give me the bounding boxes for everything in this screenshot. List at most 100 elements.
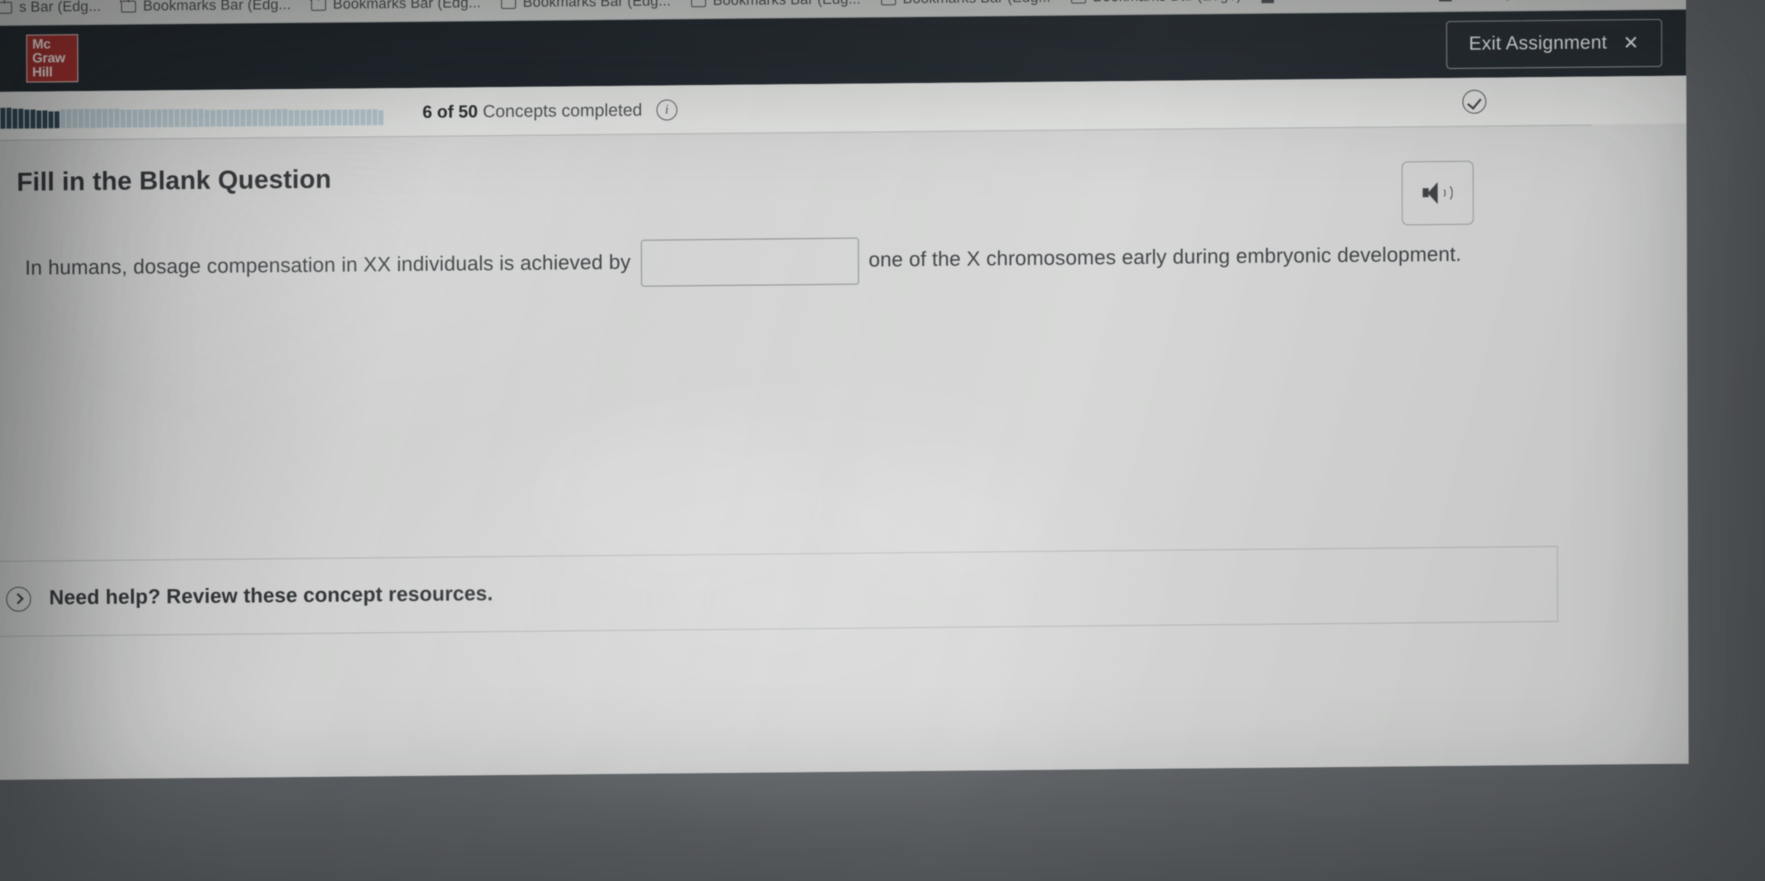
page-icon	[1439, 0, 1452, 2]
header-spacer	[78, 45, 1446, 58]
bookmark-item[interactable]: Bookmarks Bar (Edg...	[682, 0, 870, 12]
progress-tick	[300, 109, 306, 126]
bookmark-item[interactable]: Bookmarks Bar (Edg...	[302, 0, 490, 15]
bookmark-item-booking[interactable]: Booking.com	[1430, 0, 1553, 5]
progress-tick	[354, 109, 360, 126]
page-icon	[1261, 0, 1274, 3]
close-icon: ✕	[1623, 32, 1640, 54]
progress-tick	[18, 108, 24, 129]
exit-assignment-label: Exit Assignment	[1468, 32, 1608, 55]
folder-icon	[1070, 0, 1086, 4]
progress-tick	[114, 109, 120, 128]
progress-tick	[276, 109, 282, 127]
progress-label: 6 of 50 Concepts completed	[422, 99, 642, 122]
bookmark-label: s Bar (Edg...	[19, 0, 101, 16]
progress-tick	[294, 109, 300, 127]
bookmark-label: Bookmarks Bar (Edg...	[522, 0, 671, 11]
question-body: In humans, dosage compensation in XX ind…	[0, 231, 1592, 293]
progress-tick	[168, 109, 174, 128]
progress-tick	[342, 109, 348, 126]
progress-tick	[240, 109, 246, 127]
question-text-before: In humans, dosage compensation in XX ind…	[24, 250, 631, 280]
answer-blank-input[interactable]	[640, 237, 859, 287]
speaker-icon	[1422, 182, 1453, 205]
progress-tick	[0, 107, 6, 129]
bookmark-label: Bookmarks Bar (Edg...	[713, 0, 861, 9]
bookmark-label: Bookmarks Bar (Edg...	[903, 0, 1051, 7]
mcgraw-hill-logo[interactable]: Mc Graw Hill	[26, 34, 79, 83]
progress-tick	[252, 109, 258, 127]
progress-tick	[150, 109, 156, 128]
progress-tick	[174, 109, 180, 128]
content-area: Fill in the Blank Question In humans, do…	[0, 123, 1689, 781]
progress-tick	[162, 109, 168, 128]
progress-tick	[330, 109, 336, 126]
bookmark-label: Booking.com	[1459, 0, 1544, 1]
progress-tick	[258, 109, 264, 127]
progress-tick	[30, 109, 36, 129]
logo-line-2: Graw	[32, 50, 66, 66]
bookmark-label: Bookmarks Bar (Edg...	[332, 0, 481, 13]
progress-tick	[120, 109, 126, 128]
progress-tick	[246, 109, 252, 127]
progress-tick	[318, 109, 324, 126]
progress-tick	[42, 110, 48, 129]
progress-tick	[204, 109, 210, 127]
progress-tick	[126, 109, 132, 128]
question-type-title: Fill in the Blank Question	[16, 163, 332, 197]
progress-tick	[156, 109, 162, 128]
progress-tick	[78, 109, 84, 129]
folder-icon	[310, 0, 326, 11]
bookmark-item[interactable]: Bookmarks Bar (Edg...	[872, 0, 1060, 10]
bookmark-item[interactable]: s Bar (Edg...	[0, 0, 110, 18]
progress-count: 6 of 50	[422, 100, 478, 122]
bookmark-item[interactable]: Bookmarks Bar (Edg...	[112, 0, 300, 17]
progress-tick	[312, 109, 318, 126]
progress-tick	[24, 109, 30, 129]
progress-tick	[336, 109, 342, 126]
folder-icon	[500, 0, 516, 9]
need-help-label: Need help? Review these concept resource…	[49, 582, 494, 610]
progress-tick	[96, 109, 102, 128]
progress-tick	[282, 109, 288, 127]
question-text-after: one of the X chromosomes early during em…	[868, 243, 1462, 272]
progress-tick	[264, 109, 270, 127]
info-icon[interactable]: i	[656, 98, 678, 121]
question-card: Fill in the Blank Question In humans, do…	[0, 124, 1592, 638]
strip-spacer	[677, 102, 1462, 110]
progress-tick	[210, 109, 216, 127]
progress-tick	[348, 109, 354, 126]
progress-tick	[72, 109, 78, 129]
progress-tick	[228, 109, 234, 127]
folder-icon	[0, 1, 13, 14]
bookmark-item[interactable]: Bookmarks Bar (Edge)	[1062, 0, 1251, 8]
bookmark-label: Amazon.com - Onli...	[1281, 0, 1418, 3]
need-help-row[interactable]: Need help? Review these concept resource…	[0, 545, 1559, 638]
progress-tick	[216, 109, 222, 127]
bookmark-label: Bookmarks Bar (Edge)	[1093, 0, 1242, 5]
progress-tick	[288, 109, 294, 127]
progress-tick	[84, 109, 90, 129]
progress-tick	[192, 109, 198, 128]
progress-tick	[36, 110, 42, 129]
progress-bar	[0, 99, 408, 129]
bookmark-item-amazon[interactable]: Amazon.com - Onli...	[1252, 0, 1427, 6]
check-circle-icon[interactable]	[1462, 89, 1487, 114]
progress-text: Concepts completed	[482, 99, 643, 121]
progress-tick	[54, 111, 60, 129]
progress-tick	[102, 109, 108, 128]
progress-tick	[12, 108, 18, 129]
screen-photo: s Bar (Edg... Bookmarks Bar (Edg... Book…	[0, 0, 1765, 881]
progress-tick	[378, 109, 384, 126]
bookmark-item[interactable]: Bookmarks Bar (Edg...	[492, 0, 680, 14]
folder-icon	[690, 0, 706, 7]
progress-tick	[270, 109, 276, 127]
logo-line-3: Hill	[32, 64, 53, 80]
chevron-right-circle-icon	[6, 586, 32, 612]
folder-icon	[880, 0, 896, 5]
screen-reflection	[547, 422, 809, 575]
progress-tick	[180, 109, 186, 128]
audio-play-button[interactable]	[1401, 160, 1474, 226]
progress-tick	[324, 109, 330, 126]
exit-assignment-button[interactable]: Exit Assignment ✕	[1445, 18, 1663, 69]
